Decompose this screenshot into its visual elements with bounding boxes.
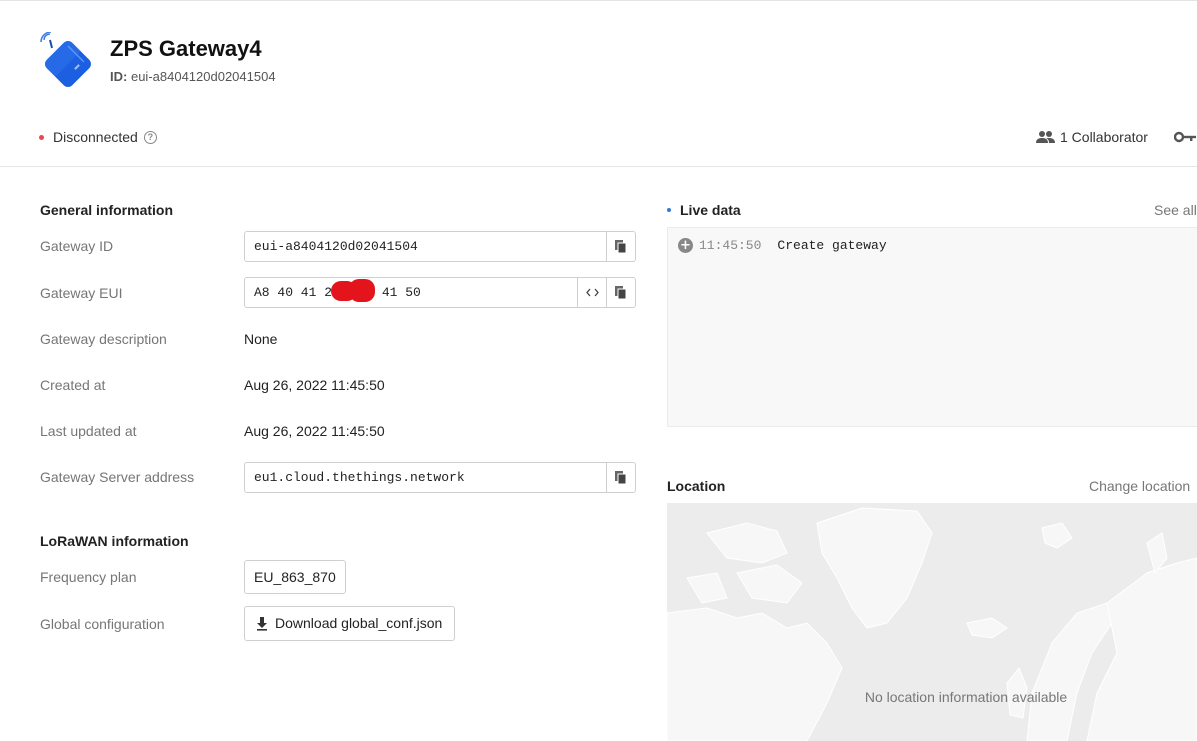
status-dot (39, 134, 44, 140)
gateway-id-subtitle: ID: eui-a8404120d02041504 (110, 69, 276, 84)
server-address-field: eu1.cloud.thethings.network (244, 462, 636, 493)
collaborators-count: 1 Collaborator (1060, 129, 1148, 145)
top-border (0, 0, 1197, 1)
last-updated-label: Last updated at (40, 423, 137, 439)
event-time: 11:45:50 (699, 238, 762, 253)
live-data-title: Live data (667, 202, 741, 218)
id-label: ID: (110, 69, 128, 84)
gateway-eui-field: A8 40 41 20 41 50 (244, 277, 636, 308)
frequency-plan-label: Frequency plan (40, 569, 137, 585)
event-message: Create gateway (777, 238, 887, 253)
location-title: Location (667, 478, 726, 494)
gateway-id-field: eui-a8404120d02041504 (244, 231, 636, 262)
see-all-link[interactable]: See all (1154, 202, 1197, 218)
collaborators-link[interactable]: 1 Collaborator (1036, 129, 1148, 145)
last-updated-value: Aug 26, 2022 11:45:50 (244, 423, 385, 439)
gateway-eui-value: A8 40 41 20 41 50 (245, 278, 577, 307)
frequency-plan-value: EU_863_870 (244, 560, 346, 594)
copy-gateway-eui-button[interactable] (606, 278, 635, 307)
code-icon (585, 288, 599, 297)
gateway-eui-suffix: 41 50 (381, 285, 421, 300)
download-icon (257, 616, 267, 631)
lorawan-info-title: LoRaWAN information (40, 533, 189, 549)
change-location-link[interactable]: Change location (1089, 478, 1190, 494)
download-label: Download global_conf.json (275, 615, 443, 631)
gateway-description-label: Gateway description (40, 331, 167, 347)
copy-icon (615, 239, 627, 253)
status-text: Disconnected (53, 129, 138, 145)
live-data-label: Live data (680, 202, 741, 218)
copy-icon (615, 285, 627, 299)
event-row[interactable]: + 11:45:50 Create gateway (678, 238, 887, 253)
toggle-eui-format-button[interactable] (577, 278, 606, 307)
key-icon[interactable] (1174, 131, 1196, 143)
connection-status: Disconnected ? (39, 129, 157, 145)
live-indicator-dot (667, 208, 671, 212)
gateway-id-value: eui-a8404120d02041504 (254, 239, 418, 254)
server-address-value: eu1.cloud.thethings.network (254, 470, 465, 485)
gateway-eui-label: Gateway EUI (40, 285, 123, 301)
gateway-id-label: Gateway ID (40, 238, 114, 254)
help-icon[interactable]: ? (143, 130, 157, 144)
copy-gateway-id-button[interactable] (606, 232, 635, 261)
download-global-conf-button[interactable]: Download global_conf.json (244, 606, 456, 641)
no-location-message: No location information available (864, 689, 1068, 705)
header-divider (0, 166, 1197, 167)
gateway-description-value: None (244, 331, 278, 347)
world-map-outline (667, 507, 1197, 741)
plus-circle-icon: + (678, 238, 693, 253)
people-icon (1036, 131, 1055, 143)
server-address-label: Gateway Server address (40, 469, 195, 485)
live-data-panel: + 11:45:50 Create gateway (667, 227, 1197, 427)
created-at-value: Aug 26, 2022 11:45:50 (244, 377, 385, 393)
general-info-title: General information (40, 202, 174, 218)
location-map: No location information available (667, 503, 1197, 741)
global-config-label: Global configuration (40, 616, 165, 632)
page-title: ZPS Gateway4 (110, 36, 262, 61)
gateway-icon (40, 32, 91, 87)
id-value: eui-a8404120d02041504 (130, 69, 276, 84)
redaction-mark (349, 279, 375, 302)
gateway-eui-prefix: A8 40 41 20 (254, 285, 340, 300)
copy-icon (615, 470, 627, 484)
copy-server-address-button[interactable] (606, 463, 635, 492)
created-at-label: Created at (40, 377, 106, 393)
